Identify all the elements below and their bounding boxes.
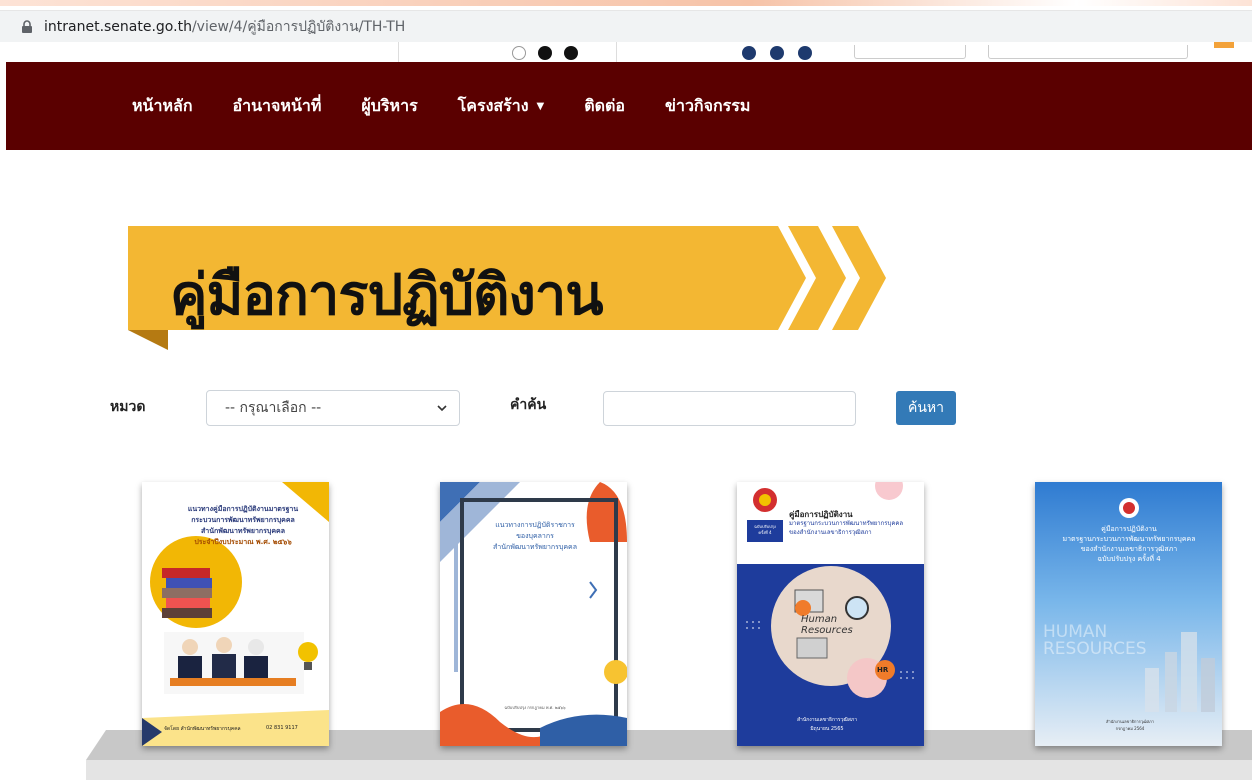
page-header-strip <box>0 42 1252 62</box>
manual-book-3[interactable]: ฉบับปรับปรุง ครั้งที่ 4 คู่มือการปฏิบัติ… <box>737 482 924 746</box>
url-text[interactable]: intranet.senate.go.th/view/4/คู่มือการปฏ… <box>44 16 405 38</box>
nav-executives[interactable]: ผู้บริหาร <box>361 94 417 119</box>
font-size-small-icon[interactable] <box>512 46 526 60</box>
address-bar[interactable]: intranet.senate.go.th/view/4/คู่มือการปฏ… <box>0 10 1252 42</box>
contrast-option-icon[interactable] <box>742 46 756 60</box>
browser-top-stripe <box>0 0 1252 6</box>
caret-down-icon: ▼ <box>536 100 545 112</box>
book-4-art-text: HUMAN RESOURCES <box>1043 622 1147 659</box>
nav-home[interactable]: หน้าหลัก <box>132 94 193 119</box>
book-3-hr-badge: HR <box>877 666 889 674</box>
search-button[interactable]: ค้นหา <box>896 391 956 425</box>
nav-structure-label: โครงสร้าง <box>457 95 529 115</box>
manual-book-4[interactable]: คู่มือการปฏิบัติงาน มาตรฐานกระบวนการพัฒน… <box>1035 482 1222 746</box>
book-1-footer: จัดโดย สำนักพัฒนาทรัพยากรบุคคล <box>164 726 241 732</box>
header-divider <box>616 42 617 62</box>
lock-icon <box>22 19 32 33</box>
book-2-footer: ฉบับปรับปรุง กรกฎาคม พ.ศ. ๒๕๖๖ <box>504 705 566 710</box>
header-search-input[interactable] <box>988 45 1188 59</box>
header-accent <box>1214 42 1234 48</box>
manual-book-2[interactable]: แนวทางการปฏิบัติราชการ ของบุคลากร สำนักพ… <box>440 482 627 746</box>
book-4-art <box>1119 498 1215 712</box>
header-select[interactable] <box>854 45 966 59</box>
book-4-footer: สำนักงานเลขาธิการวุฒิสภา กรกฎาคม 2564 <box>1105 719 1155 731</box>
book-1-title: แนวทางคู่มือการปฏิบัติงานมาตรฐาน กระบวนก… <box>187 505 299 546</box>
font-size-medium-icon[interactable] <box>538 46 552 60</box>
book-3-footer: สำนักงานเลขาธิการวุฒิสภา มิถุนายน 2565 <box>796 717 858 732</box>
nav-activities[interactable]: ข่าวกิจกรรม <box>665 94 750 119</box>
book-3-title: คู่มือการปฏิบัติงาน มาตรฐานกระบวนการพัฒน… <box>789 510 904 536</box>
category-label: หมวด <box>110 399 146 415</box>
category-select[interactable]: -- กรุณาเลือก -- <box>206 390 460 426</box>
book-2-title: แนวทางการปฏิบัติราชการ ของบุคลากร สำนักพ… <box>493 521 577 551</box>
book-4-title: คู่มือการปฏิบัติงาน มาตรฐานกระบวนการพัฒน… <box>1062 525 1196 563</box>
nav-authority[interactable]: อำนาจหน้าที่ <box>233 94 322 119</box>
header-divider <box>398 42 399 62</box>
book-3-art-text: Human Resources <box>801 614 853 636</box>
font-size-large-icon[interactable] <box>564 46 578 60</box>
page-banner: คู่มือการปฏิบัติงาน <box>128 222 908 352</box>
category-select-value: -- กรุณาเลือก -- <box>225 400 322 416</box>
contrast-option-icon[interactable] <box>770 46 784 60</box>
manual-book-1[interactable]: แนวทางคู่มือการปฏิบัติงานมาตรฐาน กระบวนก… <box>142 482 329 746</box>
nav-contact[interactable]: ติดต่อ <box>584 94 625 119</box>
book-1-phone: 02 831 9117 <box>266 725 298 731</box>
keyword-label: คำค้น <box>510 397 547 413</box>
nav-structure[interactable]: โครงสร้าง ▼ <box>458 94 545 119</box>
keyword-input[interactable] <box>603 391 856 426</box>
chevron-down-icon <box>437 405 447 412</box>
page-title: คู่มือการปฏิบัติงาน <box>170 263 604 328</box>
contrast-option-icon[interactable] <box>798 46 812 60</box>
book-3-badge: ฉบับปรับปรุง ครั้งที่ 4 <box>754 524 776 535</box>
main-navbar: หน้าหลัก อำนาจหน้าที่ ผู้บริหาร โครงสร้า… <box>6 62 1252 150</box>
